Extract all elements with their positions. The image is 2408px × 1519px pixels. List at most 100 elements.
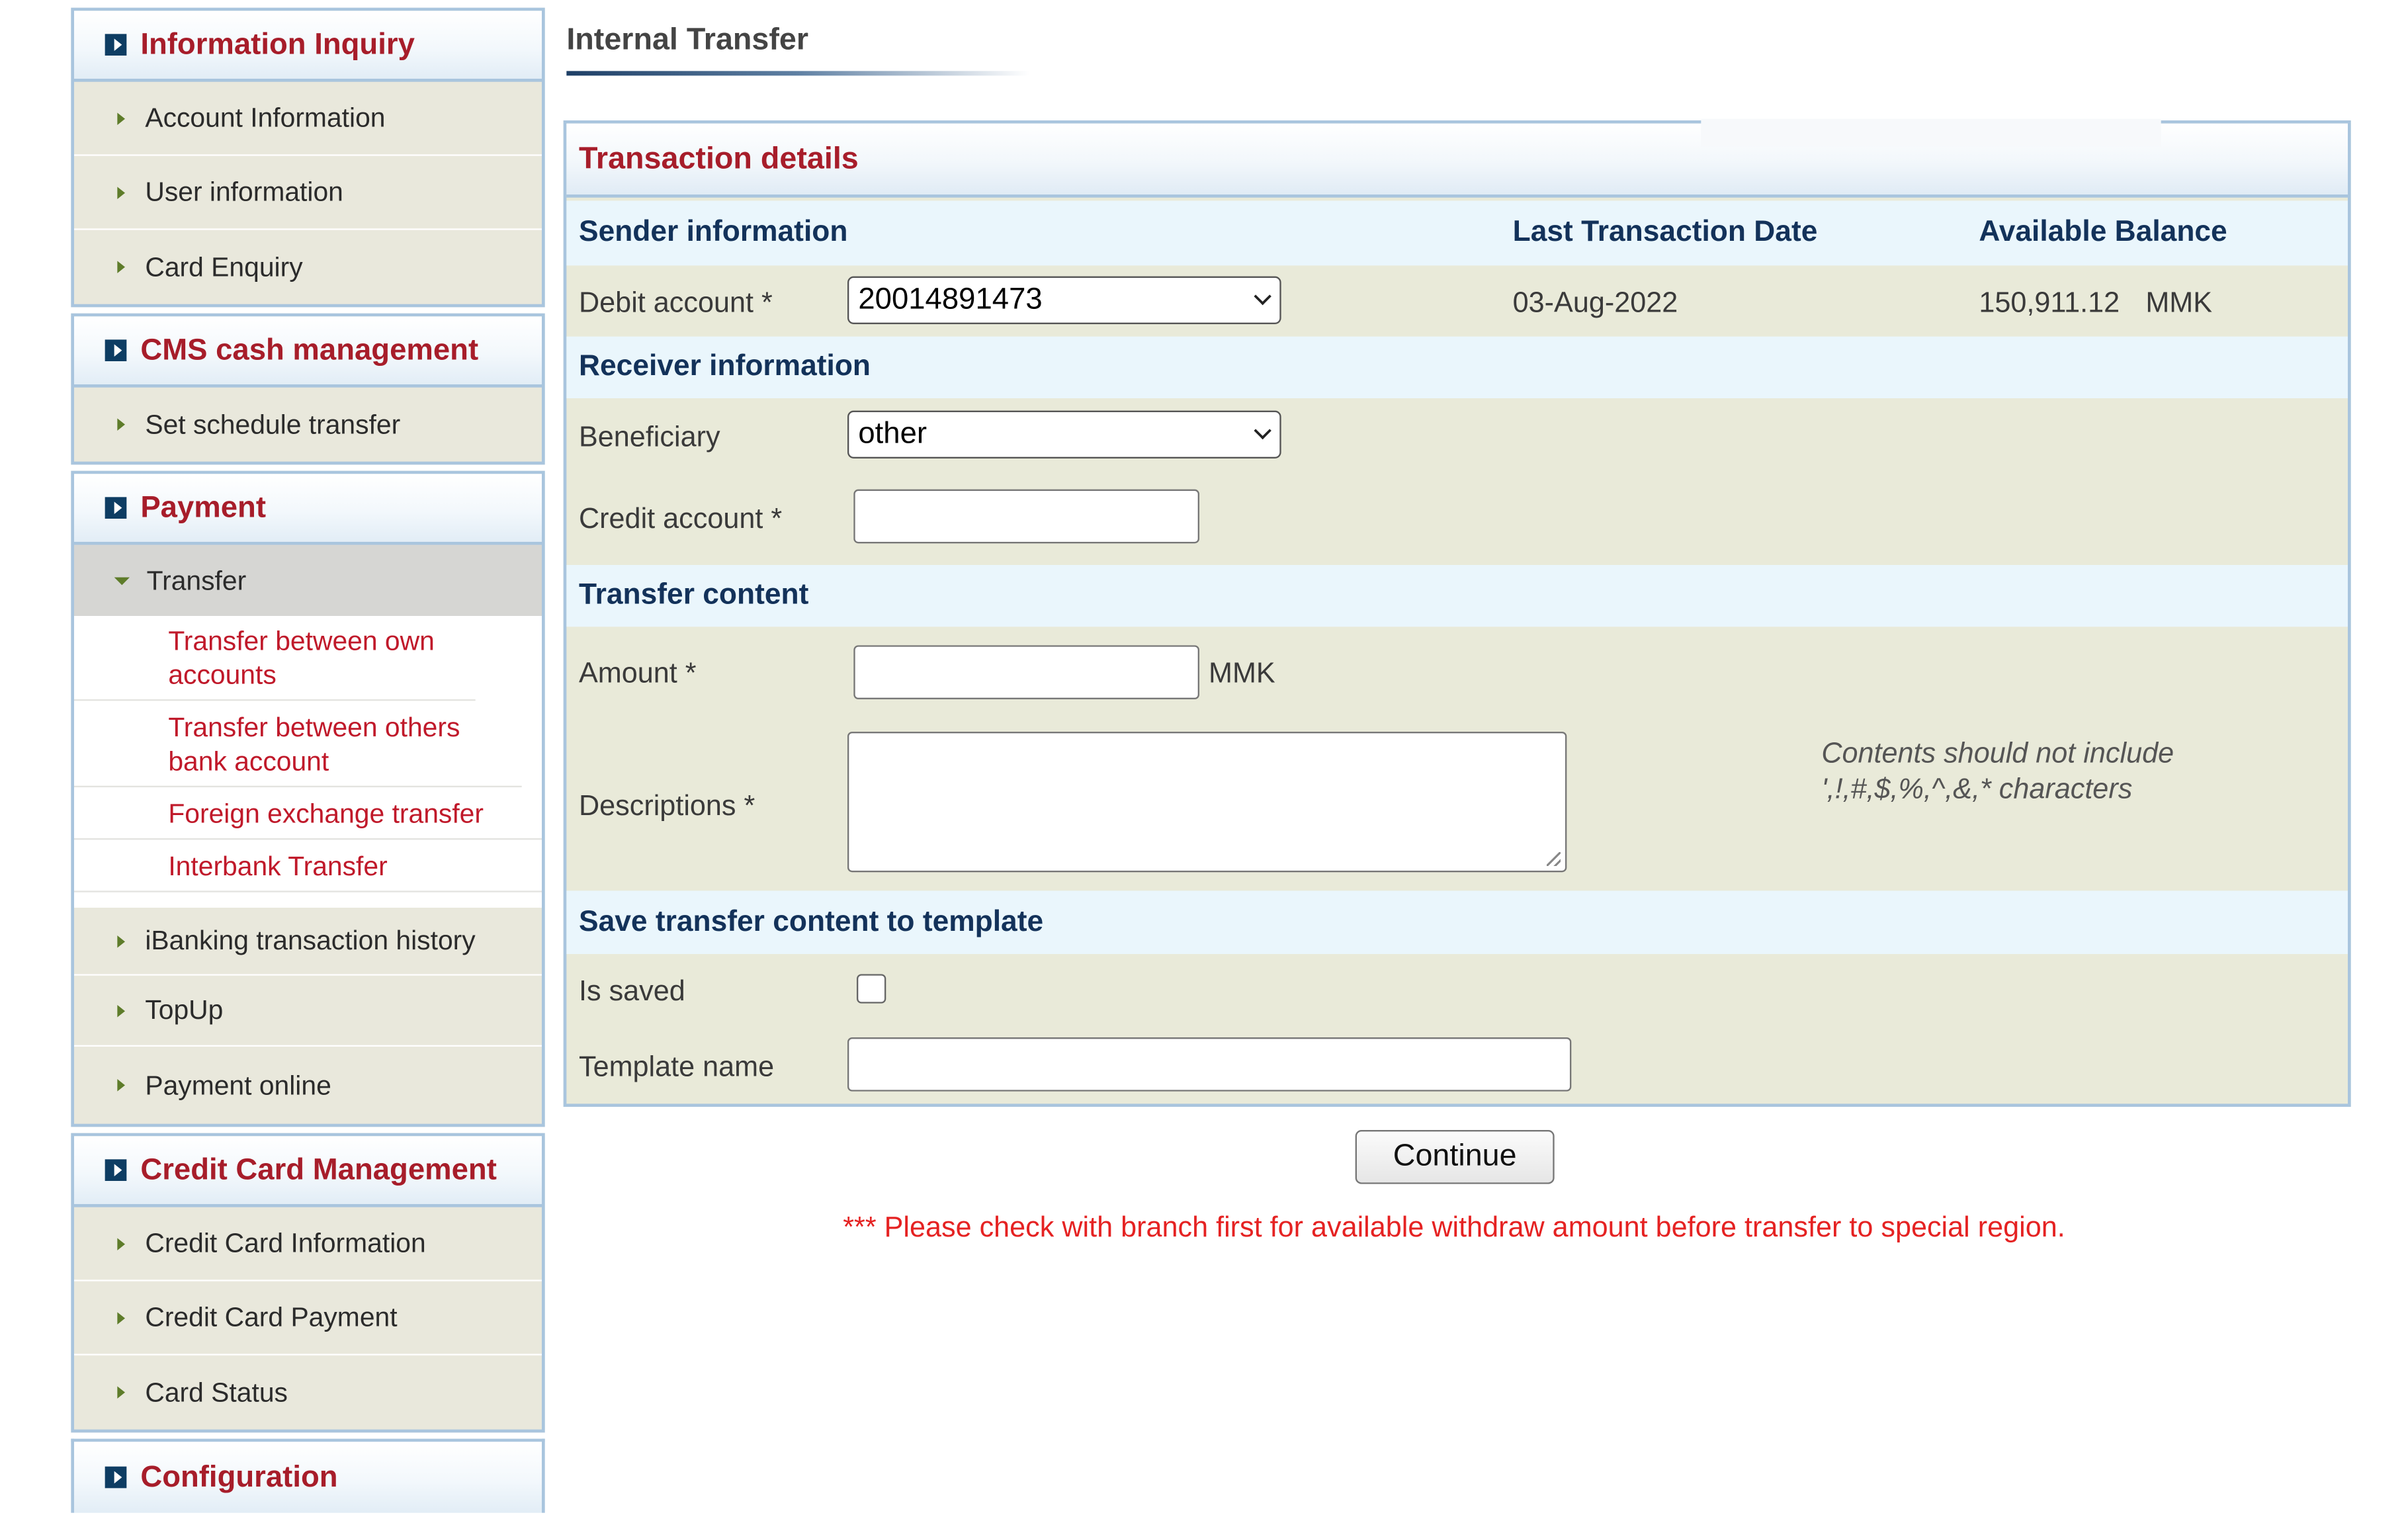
sidebar-group-title: Configuration [140,1459,338,1494]
internal-transfer-page: Information Inquiry Account Information … [0,0,2408,1513]
last-transaction-date-header: Last Transaction Date [1512,216,1818,249]
sidebar-group-header[interactable]: Credit Card Management [73,1136,542,1207]
sidebar-group-cms-cash-management: CMS cash management Set schedule transfe… [71,313,545,465]
sidebar-item-set-schedule-transfer[interactable]: Set schedule transfer [74,388,542,462]
caret-down-icon [114,576,130,585]
submenu-link-foreign-exchange[interactable]: Foreign exchange transfer [73,787,542,840]
branch-notice: *** Please check with branch first for a… [843,1210,2065,1243]
panel-header-gap [1701,118,2161,147]
amount-label: Amount * [578,656,697,689]
sidebar-item-ibanking-history[interactable]: iBanking transaction history [73,908,542,976]
sidebar-item-label: Payment online [145,1068,331,1100]
caret-right-icon [117,112,125,124]
sidebar-item-label: User information [145,175,343,207]
submenu-link-interbank[interactable]: Interbank Transfer [73,840,542,892]
chevron-down-icon [1254,421,1271,440]
sidebar-item-topup[interactable]: TopUp [73,976,542,1047]
credit-account-input[interactable] [853,489,1199,544]
caret-right-icon [117,934,125,947]
descriptions-label: Descriptions * [578,789,755,822]
caret-right-icon [117,186,125,198]
transfer-content-section-header: Transfer content [566,564,2348,627]
sidebar-item-user-information[interactable]: User information [73,156,542,230]
debit-account-label: Debit account * [578,285,773,318]
sidebar-item-label: Transfer [146,564,247,595]
sidebar: Information Inquiry Account Information … [71,7,545,1519]
sidebar-group-header[interactable]: Configuration [73,1442,542,1513]
expand-square-icon [105,497,127,519]
sidebar-item-label: Card Enquiry [145,251,303,282]
caret-right-icon [117,418,125,431]
sidebar-group-header[interactable]: CMS cash management [73,316,542,388]
caret-right-icon [117,261,125,273]
sidebar-group-configuration: Configuration [71,1438,545,1513]
last-transaction-date: 03-Aug-2022 [1512,285,1678,318]
beneficiary-label: Beneficiary [578,419,720,453]
amount-input[interactable] [853,645,1199,699]
sidebar-group-payment: Payment Transfer Transfer between own ac… [71,470,545,1127]
caret-right-icon [117,1078,125,1092]
sidebar-item-card-enquiry[interactable]: Card Enquiry [74,230,542,304]
resize-handle-icon[interactable] [1546,851,1561,866]
sender-section-title: Sender information [578,216,848,249]
receiver-section-header: Receiver information [566,336,2348,398]
sidebar-item-label: iBanking transaction history [145,924,476,956]
amount-currency: MMK [1208,656,1275,689]
caret-right-icon [117,1237,125,1250]
sidebar-group-title: Credit Card Management [140,1152,497,1187]
sidebar-item-card-status[interactable]: Card Status [74,1356,542,1430]
chevron-down-icon [1254,287,1271,306]
submenu-link-others-bank-account[interactable]: Transfer between others bank account [73,701,522,787]
submenu-link-own-accounts[interactable]: Transfer between own accounts [73,616,476,701]
sidebar-item-credit-card-payment[interactable]: Credit Card Payment [73,1281,542,1356]
sidebar-item-label: Set schedule transfer [145,408,401,439]
sender-section-header: Sender information Last Transaction Date… [566,200,2348,266]
sidebar-group-title: Payment [140,490,267,525]
template-section-title: Save transfer content to template [578,905,1044,938]
is-saved-checkbox[interactable] [856,974,886,1004]
sidebar-group-title: CMS cash management [140,332,479,367]
expand-square-icon [105,1159,127,1181]
available-balance-currency: MMK [2145,285,2213,318]
sidebar-group-header[interactable]: Information Inquiry [73,11,542,82]
sidebar-group-information-inquiry: Information Inquiry Account Information … [71,7,545,308]
descriptions-textarea[interactable] [847,731,1567,873]
available-balance-header: Available Balance [1979,216,2227,249]
sidebar-item-payment-online[interactable]: Payment online [74,1047,542,1124]
page-title: Internal Transfer [566,22,809,58]
sidebar-group-header[interactable]: Payment [73,474,542,545]
descriptions-hint: Contents should not include ',!,#,$,%,^,… [1821,736,2174,804]
expand-square-icon [105,34,127,56]
expand-square-icon [105,339,127,361]
sidebar-item-transfer[interactable]: Transfer [73,544,542,616]
sidebar-item-label: Card Status [145,1376,288,1407]
caret-right-icon [117,1386,125,1399]
sidebar-item-label: Account Information [145,101,386,133]
beneficiary-value: other [858,416,927,451]
credit-account-label: Credit account * [578,501,783,535]
sidebar-item-account-information[interactable]: Account Information [73,82,542,156]
is-saved-label: Is saved [578,974,685,1007]
receiver-section-title: Receiver information [578,350,871,383]
sidebar-item-credit-card-information[interactable]: Credit Card Information [73,1207,542,1281]
template-name-label: Template name [578,1049,775,1082]
continue-button[interactable]: Continue [1355,1129,1555,1184]
sidebar-group-credit-card-management: Credit Card Management Credit Card Infor… [71,1133,545,1433]
caret-right-icon [117,1004,125,1017]
beneficiary-select[interactable]: other [847,410,1281,458]
template-name-input[interactable] [847,1037,1572,1092]
expand-square-icon [105,1466,127,1489]
caret-right-icon [117,1311,125,1324]
sidebar-item-label: Credit Card Information [145,1227,426,1258]
transaction-details-panel: Transaction details Sender information L… [563,118,2351,1107]
debit-account-select[interactable]: 20014891473 [847,276,1281,324]
transfer-submenu: Transfer between own accounts Transfer b… [73,615,542,908]
sidebar-group-title: Information Inquiry [140,26,415,62]
transfer-content-section-title: Transfer content [578,578,809,611]
debit-account-value: 20014891473 [858,282,1043,317]
template-section-header: Save transfer content to template [566,890,2348,954]
title-underline [566,71,1030,76]
sidebar-item-label: TopUp [145,994,224,1025]
sidebar-item-label: Credit Card Payment [145,1301,398,1332]
available-balance-value: 150,911.12 [1979,285,2120,318]
